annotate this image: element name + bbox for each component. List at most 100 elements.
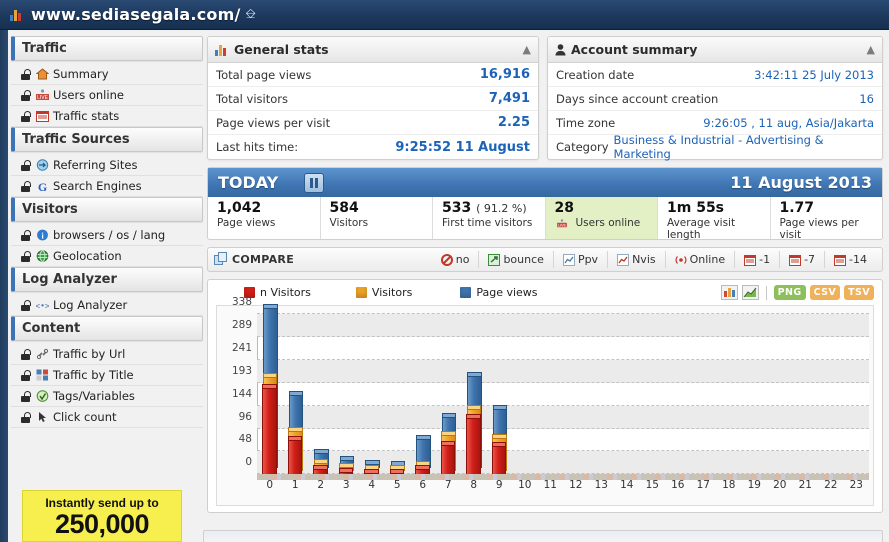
lock-icon — [19, 229, 32, 241]
x-axis-tick: 3 — [342, 479, 350, 491]
bar-group[interactable] — [818, 314, 844, 474]
sidebar-group-label: Log Analyzer — [22, 272, 117, 287]
bar-group[interactable] — [563, 314, 589, 474]
ad-line-1: Instantly send up to — [45, 496, 159, 510]
lock-icon — [19, 411, 32, 423]
bar-group[interactable] — [334, 314, 360, 474]
y-axis-tick: 48 — [238, 433, 252, 446]
sidebar-item-traffic-by-url[interactable]: Traffic by Url — [11, 344, 203, 365]
category-link[interactable]: Business & Industrial - Advertising & Ma… — [614, 133, 874, 161]
compare-button-ppv[interactable]: Ppv — [552, 251, 607, 268]
area-chart-toggle-icon[interactable] — [741, 285, 759, 300]
export-tsv-button[interactable]: TSV — [844, 285, 874, 300]
bar-group[interactable] — [308, 314, 334, 474]
sidebar-group-traffic-sources[interactable]: Traffic Sources — [11, 127, 203, 152]
calendar-icon — [789, 254, 802, 266]
sidebar-item-click-count[interactable]: Click count — [11, 407, 203, 428]
table-row: Creation date 3:42:11 25 July 2013 — [548, 63, 882, 87]
bar-group[interactable] — [589, 314, 615, 474]
bar-chart-toggle-icon[interactable] — [720, 285, 738, 300]
sidebar-group-visitors[interactable]: Visitors — [11, 197, 203, 222]
bar-group[interactable] — [742, 314, 768, 474]
bar-group[interactable] — [359, 314, 385, 474]
kpi-number: 584 — [329, 200, 359, 216]
bar-group[interactable] — [257, 304, 283, 474]
compare-button-bounce[interactable]: bounce — [478, 251, 552, 268]
bar-group[interactable] — [538, 314, 564, 474]
sidebar-group-log-analyzer[interactable]: Log Analyzer — [11, 267, 203, 292]
kpi-value: 28 — [555, 200, 658, 217]
compare-button-7[interactable]: -7 — [779, 251, 824, 268]
table-row: Total page views 16,916 — [208, 63, 538, 87]
y-axis-tick: 96 — [238, 410, 252, 423]
compare-button-online[interactable]: Online — [664, 251, 734, 268]
chart-plot[interactable]: 0 48 96 144 193 241 289 338 0 1 2 3 4 5 6 7 8 9 10 11 12 13 14… — [216, 296, 874, 506]
info-icon: i — [37, 229, 48, 241]
bar-group[interactable] — [640, 314, 666, 474]
compare-icon — [214, 251, 227, 268]
bar-group[interactable] — [665, 314, 691, 474]
sidebar-item-search-engines[interactable]: G Search Engines — [11, 176, 203, 197]
compare-button-1[interactable]: -1 — [734, 251, 779, 268]
bar-group[interactable] — [461, 314, 487, 474]
sidebar-item-tags-variables[interactable]: Tags/Variables — [11, 386, 203, 407]
x-axis-tick: 13 — [594, 479, 608, 491]
sidebar-item-users-online[interactable]: LIVE Users online — [11, 85, 203, 106]
bar-group[interactable] — [385, 314, 411, 474]
bar-chart-icon — [10, 8, 24, 21]
legend-item-new-visitors[interactable]: n Visitors — [244, 286, 311, 299]
broadcast-icon — [675, 255, 687, 264]
line-chart-icon — [562, 253, 575, 266]
compare-button-no[interactable]: no — [432, 251, 479, 268]
bar-group[interactable] — [487, 314, 513, 474]
x-axis-tick: 11 — [543, 479, 557, 491]
bar-group[interactable] — [793, 314, 819, 474]
compare-button-nvis[interactable]: Nvis — [607, 251, 665, 268]
external-link-icon[interactable]: ⎒ — [245, 7, 255, 22]
x-axis-tick: 22 — [824, 479, 838, 491]
x-axis-tick: 19 — [747, 479, 761, 491]
x-axis-tick: 21 — [798, 479, 812, 491]
bar-group[interactable] — [614, 314, 640, 474]
ad-banner[interactable]: Instantly send up to 250,000 — [22, 490, 182, 542]
sidebar-item-geolocation[interactable]: Geolocation — [11, 246, 203, 267]
chevron-up-icon[interactable]: ▲ — [867, 43, 875, 56]
sidebar-item-log-analyzer[interactable]: <•> Log Analyzer — [11, 295, 203, 316]
sidebar-item-browsers-os-lang[interactable]: i browsers / os / lang — [11, 225, 203, 246]
bar-group[interactable] — [844, 314, 870, 474]
sidebar-item-referring-sites[interactable]: Referring Sites — [11, 155, 203, 176]
general-stats-header[interactable]: General stats ▲ — [208, 37, 538, 63]
bar-group[interactable] — [716, 314, 742, 474]
row-value: 7,491 — [488, 91, 530, 106]
chart-floor — [257, 474, 869, 480]
chart-bandbox: 0 48 96 144 193 241 289 338 0 1 2 3 4 5 6 7 8 9 10 11 12 13 14… — [232, 296, 870, 491]
legend-item-visitors[interactable]: Visitors — [355, 286, 412, 299]
bar-group[interactable] — [512, 314, 538, 474]
live-icon: LIVE — [556, 218, 567, 227]
account-summary-header[interactable]: Account summary ▲ — [548, 37, 882, 63]
export-png-button[interactable]: PNG — [773, 285, 806, 300]
sidebar-group-content[interactable]: Content — [11, 316, 203, 341]
bar-group[interactable] — [283, 314, 309, 474]
export-csv-button[interactable]: CSV — [809, 285, 841, 300]
compare-button-14[interactable]: -14 — [824, 251, 876, 268]
bar-group[interactable] — [691, 314, 717, 474]
sidebar-item-traffic-by-title[interactable]: Traffic by Title — [11, 365, 203, 386]
kpi-first-time-visitors: 533 ( 91.2 %) First time visitors — [433, 197, 546, 239]
legend-label: Page views — [476, 286, 538, 299]
bar-group[interactable] — [436, 314, 462, 474]
sidebar-item-label: Geolocation — [53, 249, 122, 263]
bar-red — [466, 414, 481, 474]
legend-item-page-views[interactable]: Page views — [460, 286, 538, 299]
bar-red — [415, 465, 430, 474]
sidebar-group-traffic[interactable]: Traffic — [11, 36, 203, 61]
sidebar-item-summary[interactable]: Summary — [11, 64, 203, 85]
x-axis-tick: 6 — [419, 479, 427, 491]
bar-group[interactable] — [410, 314, 436, 474]
chevron-up-icon[interactable]: ▲ — [523, 43, 531, 56]
pause-icon[interactable] — [304, 172, 325, 193]
sidebar: Traffic Summary LIVE Users online Traffic st… — [8, 30, 203, 542]
bar-group[interactable] — [767, 314, 793, 474]
today-label: TODAY — [218, 173, 279, 192]
sidebar-item-traffic-stats[interactable]: Traffic stats — [11, 106, 203, 127]
